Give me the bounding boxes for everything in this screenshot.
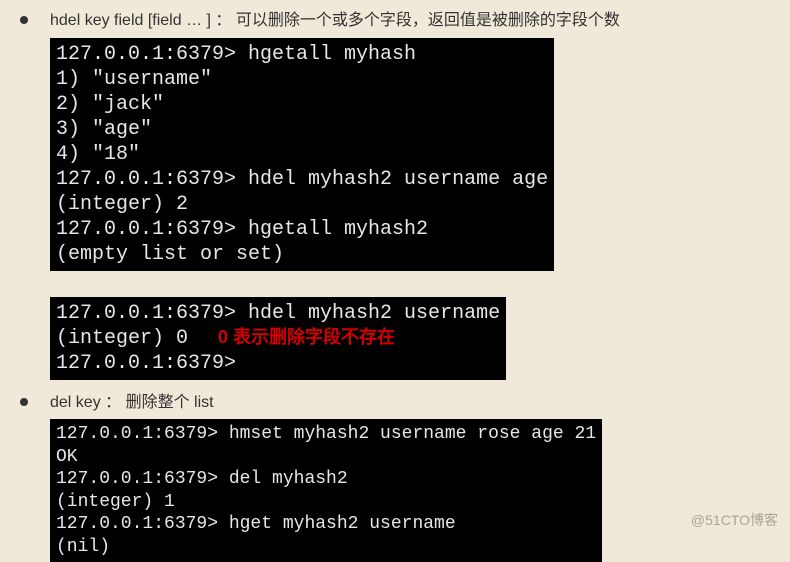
term3-line: 127.0.0.1:6379> del myhash2 xyxy=(56,468,596,491)
watermark-text: @51CTO博客 xyxy=(691,510,778,530)
term3-line: (integer) 1 xyxy=(56,491,596,514)
terminal-block-2: 127.0.0.1:6379> hdel myhash2 username (i… xyxy=(50,297,506,380)
term1-line: 127.0.0.1:6379> hgetall myhash xyxy=(56,42,548,67)
annotation-zero-meaning: 0 表示删除字段不存在 xyxy=(218,327,395,347)
bullet-hdel-text: hdel key field [field … ] ： 可以删除一个或多个字段，… xyxy=(50,8,620,34)
term3-line: (nil) xyxy=(56,536,596,559)
term1-line: 127.0.0.1:6379> hdel myhash2 username ag… xyxy=(56,167,548,192)
term2-line: (integer) 0 0 表示删除字段不存在 xyxy=(56,326,500,351)
term3-line: 127.0.0.1:6379> hmset myhash2 username r… xyxy=(56,423,596,446)
term2-line: 127.0.0.1:6379> xyxy=(56,351,500,376)
document-content: hdel key field [field … ] ： 可以删除一个或多个字段，… xyxy=(0,0,790,562)
bullet-dot-icon xyxy=(20,398,28,406)
term2-integer: (integer) 0 xyxy=(56,327,188,350)
terminal-block-3: 127.0.0.1:6379> hmset myhash2 username r… xyxy=(50,419,602,562)
term3-line: OK xyxy=(56,446,596,469)
term1-line: 127.0.0.1:6379> hgetall myhash2 xyxy=(56,217,548,242)
term1-line: 3) "age" xyxy=(56,117,548,142)
term1-line: (integer) 2 xyxy=(56,192,548,217)
term1-line: 2) "jack" xyxy=(56,92,548,117)
term3-line: 127.0.0.1:6379> hget myhash2 username xyxy=(56,513,596,536)
bullet-hdel: hdel key field [field … ] ： 可以删除一个或多个字段，… xyxy=(20,8,770,34)
term1-line: 1) "username" xyxy=(56,67,548,92)
term1-line: 4) "18" xyxy=(56,142,548,167)
bullet-del-text: del key ： 删除整个 list xyxy=(50,390,214,416)
term2-line: 127.0.0.1:6379> hdel myhash2 username xyxy=(56,301,500,326)
bullet-dot-icon xyxy=(20,16,28,24)
terminal-block-1: 127.0.0.1:6379> hgetall myhash 1) "usern… xyxy=(50,38,554,271)
bullet-del: del key ： 删除整个 list xyxy=(20,390,770,416)
term1-line: (empty list or set) xyxy=(56,242,548,267)
